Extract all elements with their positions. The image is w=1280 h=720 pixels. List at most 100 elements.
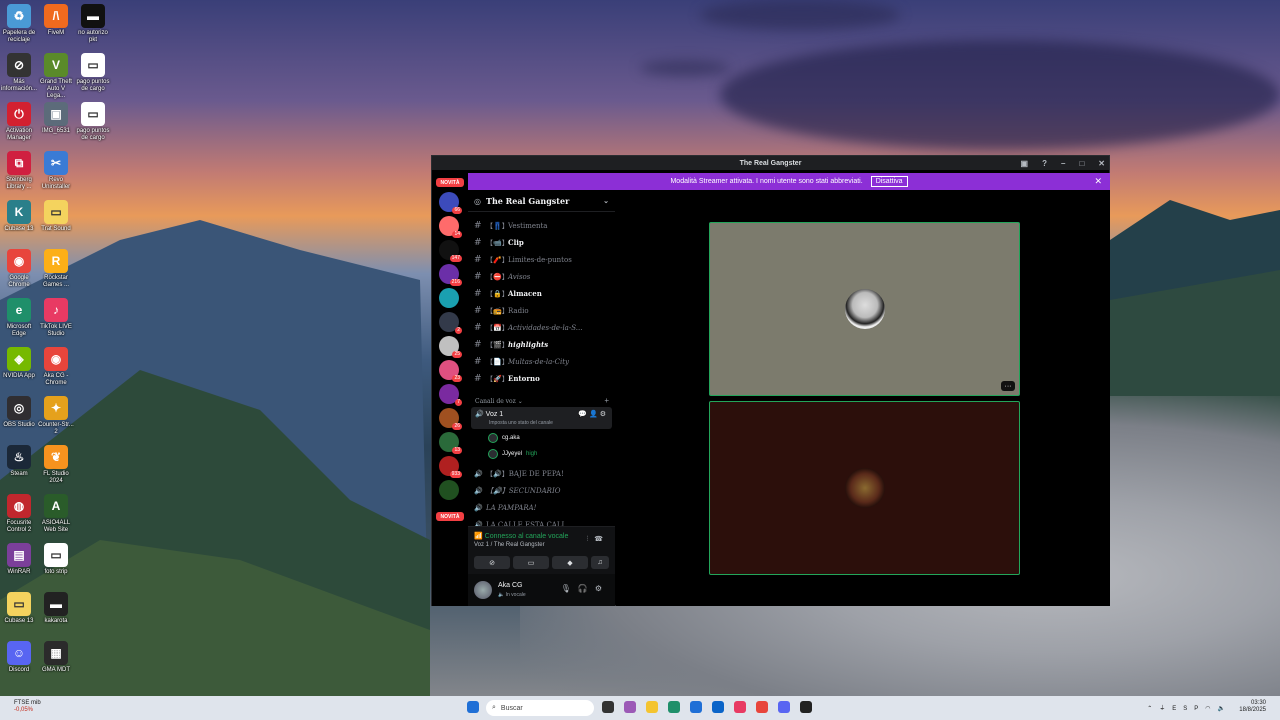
copilot-icon[interactable] xyxy=(624,701,636,713)
desktop-icon[interactable]: V Grand Theft Auto V Lega... xyxy=(37,53,75,100)
voice-user[interactable]: JJyeyel high xyxy=(488,447,537,461)
close-icon[interactable]: ✕ xyxy=(1098,159,1105,168)
server-icon[interactable]: 25 xyxy=(439,336,462,358)
server-header[interactable]: ◎ The Real Gangster ⌄ xyxy=(468,190,615,212)
server-icon[interactable] xyxy=(439,288,459,308)
server-icon[interactable]: 216 xyxy=(439,264,462,286)
outlook-icon[interactable] xyxy=(712,701,724,713)
desktop-icon[interactable]: A ASIO4ALL Web Site xyxy=(37,494,75,534)
desktop-icon[interactable]: ▭ foto strip xyxy=(37,543,75,576)
desktop-icon[interactable]: ♻ Papelera de reciclaje xyxy=(0,4,38,44)
desktop-icon[interactable]: ◎ OBS Studio xyxy=(0,396,38,429)
desktop-icon[interactable]: ✦ Counter-Str... 2 xyxy=(37,396,75,436)
server-icon[interactable]: 933 xyxy=(439,456,462,478)
store-icon[interactable] xyxy=(690,701,702,713)
desktop-icon[interactable]: ⏻ Activation Manager xyxy=(0,102,38,142)
text-channel[interactable]: # 【👖】 Vestimenta xyxy=(474,218,612,233)
desktop-icon[interactable]: ◉ Aka CG - Chrome xyxy=(37,347,75,387)
tiktok-icon[interactable] xyxy=(734,701,746,713)
soundboard-button[interactable]: ♫ xyxy=(591,556,609,569)
desktop-icon[interactable]: ▦ GMA MDT xyxy=(37,641,75,674)
headphones-icon[interactable]: 🎧 xyxy=(578,584,595,593)
desktop-icon[interactable]: ⧉ Steinberg Library ... xyxy=(0,151,38,191)
text-channel[interactable]: # 【📹】 Clip xyxy=(474,235,612,250)
inbox-icon[interactable]: ▣ xyxy=(1021,159,1029,168)
desktop-icon[interactable]: ▣ IMG_6531 xyxy=(37,102,75,135)
desktop-icon[interactable]: ♨ Steam xyxy=(0,445,38,478)
task-view-icon[interactable] xyxy=(602,701,614,713)
minimize-icon[interactable]: – xyxy=(1061,159,1065,168)
desktop-icon[interactable]: ⊘ Más información... xyxy=(0,53,38,93)
server-icon[interactable]: 26 xyxy=(439,408,462,430)
voice-user[interactable]: cg.aka xyxy=(488,431,520,445)
text-channel[interactable]: # 【🧨】 Limites-de-puntos xyxy=(474,252,612,267)
desktop-icon[interactable]: e Microsoft Edge xyxy=(0,298,38,338)
desktop-icon[interactable]: ◍ Focusrite Control 2 xyxy=(0,494,38,534)
text-channel[interactable]: # 【⛔】 Avisos xyxy=(474,269,612,284)
screen-share-button[interactable]: ▭ xyxy=(513,556,549,569)
help-icon[interactable]: ? xyxy=(1042,159,1047,168)
participant-tile[interactable] xyxy=(709,401,1020,575)
search-input[interactable]: ⌕ Buscar xyxy=(486,700,594,716)
voice-channel-actions[interactable]: 💬👤⚙ xyxy=(578,410,608,418)
voice-channel[interactable]: 🔊 【🔊】SECUNDARIO xyxy=(474,483,612,498)
server-icon[interactable]: 66 xyxy=(439,192,462,214)
microphone-icon[interactable]: 🎙 xyxy=(561,584,578,593)
server-icon[interactable]: 2 xyxy=(439,312,462,334)
desktop-icon[interactable]: ▬ kakarota xyxy=(37,592,75,625)
text-channel[interactable]: # 【🔒】 Almacen xyxy=(474,286,612,301)
maximize-icon[interactable]: □ xyxy=(1079,159,1084,168)
participant-tile[interactable]: ··· xyxy=(709,222,1020,396)
text-channel[interactable]: # 【📄】 Multas-de-la-City xyxy=(474,354,612,369)
text-channel[interactable]: # 【🚀】 Entorno xyxy=(474,371,612,386)
voice-location-text[interactable]: Voz 1 / The Real Gangster xyxy=(474,542,545,548)
settings-icon[interactable]: ⚙ xyxy=(595,584,609,593)
add-channel-icon[interactable]: + xyxy=(604,396,609,405)
desktop-icon[interactable]: ▬ no autorizo pkt xyxy=(74,4,112,44)
desktop-icon[interactable]: R Rockstar Games ... xyxy=(37,249,75,289)
disconnect-icon[interactable]: ☎ xyxy=(594,536,609,543)
server-icon[interactable]: 147 xyxy=(439,240,462,262)
desktop-icon[interactable]: ▭ Trat Sound xyxy=(37,200,75,233)
stock-widget[interactable]: FTSE mib -0,05% xyxy=(14,700,41,714)
server-icon[interactable]: 23 xyxy=(439,360,462,382)
disable-streamer-button[interactable]: Disattiva xyxy=(870,176,908,187)
desktop-icon[interactable]: K Cubase 13 xyxy=(0,200,38,233)
text-channel[interactable]: # 【📻】 Radio xyxy=(474,303,612,318)
system-tray[interactable]: ⌃⏚ESP◠🔈 xyxy=(1147,703,1232,712)
desktop-icon[interactable]: ◉ Google Chrome xyxy=(0,249,38,289)
voice-section-header[interactable]: Canali de voz ⌄ xyxy=(475,398,523,405)
voice-channel[interactable]: 🔊 【🔊】BAJE DE PEPA! xyxy=(474,466,612,481)
activity-button[interactable]: ◆ xyxy=(552,556,588,569)
more-options-icon[interactable]: ··· xyxy=(1001,381,1015,391)
avatar[interactable] xyxy=(474,581,492,599)
desktop-icon[interactable]: ❦ FL Studio 2024 xyxy=(37,445,75,485)
desktop-icon[interactable]: ✂ Revo Uninstaller xyxy=(37,151,75,191)
text-channel[interactable]: # 【🎬】 highlights xyxy=(474,337,612,352)
edge-icon[interactable] xyxy=(668,701,680,713)
desktop-icon[interactable]: ▭ pago puntos de cargo xyxy=(74,53,112,93)
start-icon[interactable] xyxy=(467,701,479,713)
file-explorer-icon[interactable] xyxy=(646,701,658,713)
window-titlebar[interactable]: The Real Gangster ▣ ? – □ ✕ xyxy=(432,156,1109,170)
obs-taskbar-icon[interactable] xyxy=(800,701,812,713)
voice-channel-active[interactable]: 🔊 Voz 1 Imposta uno stato del canale 💬👤⚙ xyxy=(471,407,612,429)
server-icon[interactable]: 7 xyxy=(439,384,462,406)
desktop-icon[interactable]: /\ FiveM xyxy=(37,4,75,37)
desktop-icon[interactable]: ☺ Discord xyxy=(0,641,38,674)
banner-close-icon[interactable]: ✕ xyxy=(1094,176,1102,187)
voice-channel-status[interactable]: Imposta uno stato del canale xyxy=(489,420,553,426)
server-icon[interactable] xyxy=(439,480,459,500)
voice-channel[interactable]: 🔊 LA PAMPARA! xyxy=(474,500,612,515)
desktop-icon[interactable]: ◈ NVIDIA App xyxy=(0,347,38,380)
server-icon[interactable]: 13 xyxy=(439,432,462,454)
desktop-icon[interactable]: ♪ TikTok LIVE Studio xyxy=(37,298,75,338)
chrome-icon[interactable] xyxy=(756,701,768,713)
novita-badge-top[interactable]: NOVITÀ xyxy=(436,178,464,187)
text-channel[interactable]: # 【📅】 Actividades-de-la-S... xyxy=(474,320,612,335)
desktop-icon[interactable]: ▭ Cubase 13 xyxy=(0,592,38,625)
desktop-icon[interactable]: ▤ WinRAR xyxy=(0,543,38,576)
clock[interactable]: 03:30 18/8/2025 xyxy=(1239,700,1266,714)
novita-badge-bottom[interactable]: NOVITÀ xyxy=(436,512,464,521)
desktop-icon[interactable]: ▭ pago puntos de cargo xyxy=(74,102,112,142)
